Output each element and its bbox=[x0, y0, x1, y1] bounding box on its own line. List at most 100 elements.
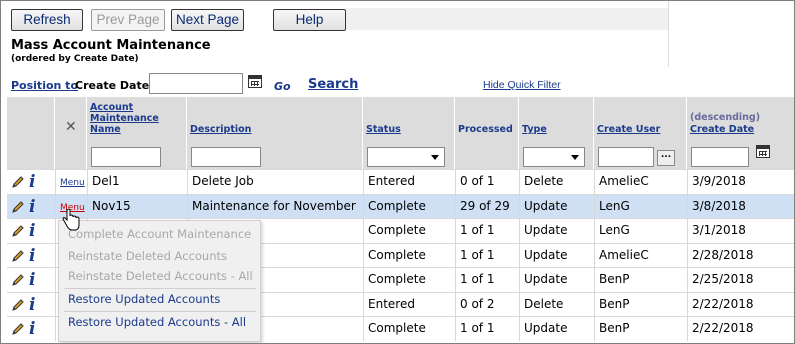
cell-processed: 1 of 1 bbox=[455, 317, 519, 341]
status-filter-select[interactable] bbox=[367, 147, 445, 167]
row-actions: i bbox=[7, 317, 55, 341]
pencil-icon[interactable] bbox=[11, 273, 25, 287]
cell-processed: 29 of 29 bbox=[455, 194, 519, 219]
cell-create-user: BenP bbox=[594, 268, 687, 292]
info-icon[interactable]: i bbox=[29, 171, 35, 194]
cell-description: Delete Job bbox=[187, 170, 363, 194]
cell-processed: 0 of 2 bbox=[455, 292, 519, 317]
cell-type: Update bbox=[519, 268, 594, 292]
type-filter-select[interactable] bbox=[523, 147, 585, 167]
row-actions: i bbox=[7, 219, 55, 243]
info-icon[interactable]: i bbox=[29, 318, 35, 341]
info-icon[interactable]: i bbox=[29, 269, 35, 292]
cell-create-date: 2/25/2018 bbox=[687, 268, 794, 292]
close-icon[interactable]: ✕ bbox=[65, 119, 77, 135]
prev-page-button[interactable]: Prev Page bbox=[91, 9, 165, 31]
calendar-icon[interactable] bbox=[756, 145, 770, 158]
name-filter-input[interactable] bbox=[91, 147, 161, 167]
menu-item-reinstate[interactable]: Reinstate Deleted Accounts bbox=[68, 249, 227, 263]
menu-item-complete[interactable]: Complete Account Maintenance bbox=[68, 227, 251, 241]
info-icon[interactable]: i bbox=[29, 245, 35, 268]
description-filter-input[interactable] bbox=[191, 147, 261, 167]
refresh-button[interactable]: Refresh bbox=[11, 9, 83, 31]
user-lookup-button[interactable]: ... bbox=[657, 150, 675, 166]
cell-create-user: BenP bbox=[594, 317, 687, 341]
create-user-filter-input[interactable] bbox=[598, 147, 654, 167]
menu-separator bbox=[64, 311, 256, 312]
position-field-label: Create Date bbox=[75, 79, 150, 92]
menu-item-reinstate-all[interactable]: Reinstate Deleted Accounts - All bbox=[68, 269, 253, 283]
search-link[interactable]: Search bbox=[308, 77, 358, 92]
next-page-button[interactable]: Next Page bbox=[171, 9, 244, 31]
cell-type: Update bbox=[519, 219, 594, 243]
row-actions: i bbox=[7, 293, 55, 317]
help-button[interactable]: Help bbox=[273, 9, 346, 31]
pencil-icon[interactable] bbox=[11, 249, 25, 263]
cell-type: Update bbox=[519, 243, 594, 268]
cell-create-user: LenG bbox=[594, 194, 687, 219]
cell-processed: 1 of 1 bbox=[455, 219, 519, 243]
cell-name: Nov15 bbox=[87, 194, 187, 219]
header-processed-label: Processed bbox=[458, 124, 513, 135]
row-menu-cell: Menu bbox=[55, 170, 87, 194]
cell-create-date: 3/1/2018 bbox=[687, 219, 794, 243]
cell-type: Update bbox=[519, 317, 594, 341]
cell-status: Entered bbox=[363, 170, 455, 194]
menu-item-restore[interactable]: Restore Updated Accounts bbox=[68, 292, 220, 306]
header-create-user: Create User ... bbox=[594, 97, 687, 169]
pencil-icon[interactable] bbox=[11, 298, 25, 312]
table-row[interactable]: i Menu Nov15 Maintenance for November Comple… bbox=[7, 193, 794, 219]
menu-separator bbox=[64, 288, 256, 289]
cell-create-user: AmelieC bbox=[594, 170, 687, 194]
pencil-icon[interactable] bbox=[11, 224, 25, 238]
row-menu-link[interactable]: Menu bbox=[60, 178, 85, 188]
calendar-icon[interactable] bbox=[248, 75, 262, 88]
sort-name-link[interactable]: Account Maintenance Name bbox=[90, 102, 159, 135]
pencil-icon[interactable] bbox=[11, 322, 25, 336]
cell-status: Complete bbox=[363, 243, 455, 268]
header-processed: Processed bbox=[455, 97, 519, 169]
cell-status: Complete bbox=[363, 317, 455, 341]
cell-type: Delete bbox=[519, 292, 594, 317]
cell-create-date: 2/22/2018 bbox=[687, 317, 794, 341]
pencil-icon[interactable] bbox=[11, 175, 25, 189]
go-button[interactable]: Go bbox=[274, 80, 291, 93]
header-name-line3: Name bbox=[90, 124, 121, 135]
sort-create-user-link[interactable]: Create User bbox=[597, 124, 660, 135]
menu-item-restore-all[interactable]: Restore Updated Accounts - All bbox=[68, 315, 246, 329]
hide-quick-filter-link[interactable]: Hide Quick Filter bbox=[483, 79, 561, 91]
cell-status: Complete bbox=[363, 194, 455, 219]
cell-create-user: LenG bbox=[594, 219, 687, 243]
row-actions: i bbox=[7, 268, 55, 292]
info-icon[interactable]: i bbox=[29, 196, 35, 219]
create-date-filter-input[interactable] bbox=[691, 147, 749, 167]
table-row[interactable]: i Menu Del1 Delete Job Entered 0 of 1 Delete Am… bbox=[7, 169, 794, 194]
info-icon[interactable]: i bbox=[29, 220, 35, 243]
position-date-input[interactable] bbox=[149, 73, 243, 94]
sort-create-date-link[interactable]: Create Date bbox=[690, 124, 754, 135]
pencil-icon[interactable] bbox=[11, 200, 25, 214]
header-menu-col: ✕ bbox=[55, 97, 87, 169]
cell-type: Delete bbox=[519, 170, 594, 194]
cell-status: Complete bbox=[363, 219, 455, 243]
sort-type-link[interactable]: Type bbox=[522, 124, 547, 135]
cell-create-user: AmelieC bbox=[594, 243, 687, 268]
row-context-menu: Complete Account Maintenance Reinstate D… bbox=[58, 220, 261, 342]
sort-description-link[interactable]: Description bbox=[190, 124, 251, 135]
cell-create-date: 2/28/2018 bbox=[687, 243, 794, 268]
row-actions: i bbox=[7, 195, 55, 219]
cell-processed: 0 of 1 bbox=[455, 170, 519, 194]
cell-processed: 1 of 1 bbox=[455, 243, 519, 268]
page-subtitle: (ordered by Create Date) bbox=[11, 54, 139, 64]
sort-status-link[interactable]: Status bbox=[366, 124, 401, 135]
info-icon[interactable]: i bbox=[29, 294, 35, 317]
position-to-link[interactable]: Position to bbox=[11, 79, 78, 92]
cell-create-date: 3/9/2018 bbox=[687, 170, 794, 194]
header-name-line2: Maintenance bbox=[90, 113, 159, 124]
toolbar: Refresh Prev Page Next Page Help bbox=[2, 2, 794, 34]
cell-create-date: 2/22/2018 bbox=[687, 292, 794, 317]
cell-create-date: 3/8/2018 bbox=[687, 194, 794, 219]
sort-direction-label: (descending) bbox=[690, 112, 761, 123]
toolbar-background bbox=[346, 8, 668, 30]
header-description: Description bbox=[187, 97, 363, 169]
